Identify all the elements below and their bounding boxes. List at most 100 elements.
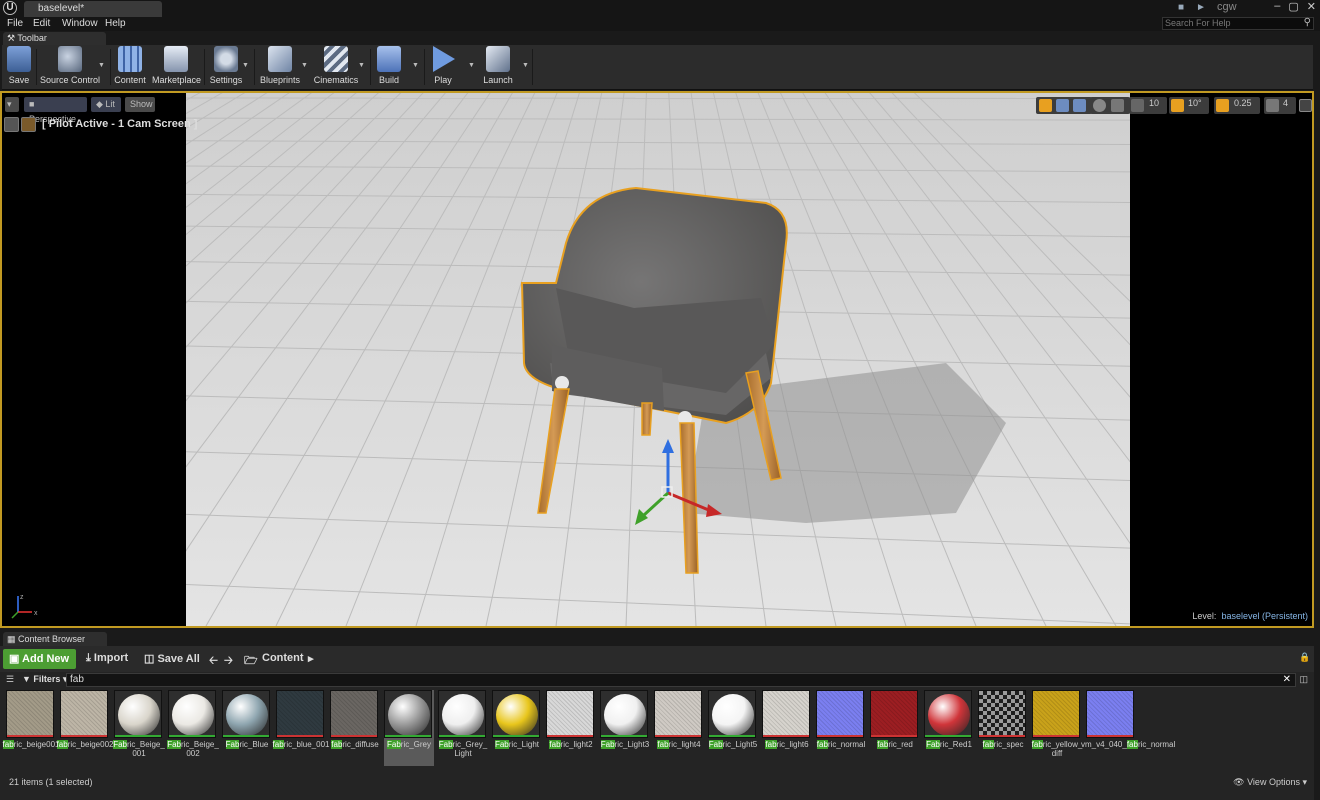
asset-tile[interactable]: Fabric_Light3 xyxy=(600,690,650,766)
chevron-down-icon[interactable]: ▼ xyxy=(98,62,105,69)
settings-label: Settings xyxy=(209,75,243,85)
import-button[interactable]: ⤓ Import xyxy=(86,652,128,665)
asset-tile[interactable]: fabric_red xyxy=(870,690,920,766)
chevron-down-icon[interactable]: ▼ xyxy=(412,62,419,69)
asset-name-post: ric_Beige_ xyxy=(126,740,165,749)
menu-window[interactable]: Window xyxy=(62,17,98,31)
asset-tile[interactable]: Fabric_Light xyxy=(492,690,542,766)
rotate-icon[interactable] xyxy=(1056,99,1069,112)
menu-edit[interactable]: Edit xyxy=(33,17,50,31)
rotation-snap-value[interactable]: 10° xyxy=(1188,98,1202,108)
chevron-down-icon[interactable]: ▼ xyxy=(522,62,529,69)
save-search-icon[interactable]: ◫ xyxy=(1299,674,1308,685)
save-button[interactable]: Save xyxy=(6,46,32,85)
asset-tile[interactable]: fabric_light2 xyxy=(546,690,596,766)
path-content[interactable]: Content xyxy=(262,652,304,664)
asset-thumbnail xyxy=(654,690,702,738)
history-forward-button[interactable]: 🡢 xyxy=(224,652,233,671)
search-assets-input[interactable]: fab ✕ xyxy=(66,673,1296,687)
blueprints-label: Blueprints xyxy=(259,75,301,85)
chevron-down-icon[interactable]: ▼ xyxy=(468,62,475,69)
clear-search-icon[interactable]: ✕ xyxy=(1283,674,1291,686)
asset-tile[interactable]: Fabric_Red1 xyxy=(924,690,974,766)
chat-icon[interactable]: ■ xyxy=(1178,2,1184,13)
cinematics-button[interactable]: Cinematics xyxy=(312,46,360,85)
grid-snap-icon[interactable] xyxy=(1131,99,1144,112)
chevron-down-icon[interactable]: ▼ xyxy=(358,62,365,69)
scale-snap-icon[interactable] xyxy=(1216,99,1229,112)
lit-button[interactable]: ◆ Lit xyxy=(91,97,121,112)
launch-button[interactable]: Launch xyxy=(480,46,516,85)
asset-tile[interactable]: Fabric_Grey xyxy=(384,690,434,766)
asset-tile[interactable]: fabric_yellow_ diff xyxy=(1031,690,1082,766)
path-folder-icon: 🗁 xyxy=(244,655,258,667)
chevron-down-icon[interactable]: ▼ xyxy=(242,62,249,69)
build-button[interactable]: Build xyxy=(374,46,404,85)
view-options-button[interactable]: 👁 View Options ▾ xyxy=(1233,777,1307,788)
asset-tile[interactable]: fabric_diffuse xyxy=(330,690,380,766)
grid-snap-value[interactable]: 10 xyxy=(1149,98,1159,108)
search-icon: ⚲ xyxy=(1303,17,1311,28)
asset-tile[interactable]: vm_v4_040_fabric_normal xyxy=(1081,690,1175,766)
maximize-viewport-icon[interactable] xyxy=(1299,99,1312,112)
content-browser-icon: ▦ xyxy=(7,634,19,644)
asset-tile[interactable]: Fabric_Light5 xyxy=(708,690,758,766)
chevron-down-icon[interactable]: ▼ xyxy=(301,62,308,69)
asset-tile[interactable]: Fabric_Beige_ 002 xyxy=(167,690,219,766)
maximize-icon[interactable]: ▢ xyxy=(1288,0,1298,13)
content-browser-tab[interactable]: ▦ Content Browser xyxy=(3,632,107,646)
toolbar-tab[interactable]: ⚒ Toolbar xyxy=(3,32,106,45)
level-name[interactable]: baselevel (Persistent) xyxy=(1221,611,1308,621)
history-back-button[interactable]: 🡠 xyxy=(209,652,218,671)
add-new-button[interactable]: ▣ Add New ▾ xyxy=(3,649,76,685)
asset-name-line2: 001 xyxy=(132,749,146,758)
bookmark-icon[interactable]: ► xyxy=(1196,2,1206,13)
close-icon[interactable]: ✕ xyxy=(1307,0,1316,13)
asset-tile[interactable]: Fabric_Beige_ 001 xyxy=(113,690,165,766)
surface-snap-icon[interactable] xyxy=(1111,99,1124,112)
lock-icon[interactable]: 🔒 xyxy=(1299,652,1310,663)
scale-snap-value[interactable]: 0.25 xyxy=(1234,98,1252,108)
menu-help[interactable]: Help xyxy=(105,17,126,31)
perspective-button[interactable]: ■ Perspective xyxy=(24,97,87,124)
asset-tile[interactable]: fabric_blue_001 xyxy=(272,690,329,766)
translate-icon[interactable] xyxy=(1039,99,1052,112)
level-viewport[interactable]: ▾ ■ Perspective ◆ Lit Show [ Pilot Activ… xyxy=(0,91,1314,628)
asset-tile[interactable]: fabric_spec xyxy=(978,690,1028,766)
asset-name-match: Fab xyxy=(113,740,127,749)
camera-speed-value[interactable]: 4 xyxy=(1283,98,1288,108)
play-button[interactable]: Play xyxy=(430,46,456,85)
asset-tile[interactable]: fabric_beige001 xyxy=(2,690,59,766)
show-button[interactable]: Show xyxy=(125,97,155,112)
menu-file[interactable]: File xyxy=(7,17,23,31)
scale-icon[interactable] xyxy=(1073,99,1086,112)
viewport-scene[interactable] xyxy=(186,93,1130,626)
rotation-snap-icon[interactable] xyxy=(1171,99,1184,112)
settings-button[interactable]: Settings xyxy=(208,46,244,85)
path-chevron-icon[interactable]: ▸ xyxy=(308,652,314,665)
marketplace-button[interactable]: Marketplace xyxy=(152,46,201,85)
asset-tile[interactable]: fabric_beige002 xyxy=(56,690,113,766)
asset-name: fabric_light4 xyxy=(649,740,709,749)
document-tab[interactable]: baselevel* xyxy=(24,1,162,17)
minimize-icon[interactable]: – xyxy=(1274,0,1280,13)
world-space-icon[interactable] xyxy=(1093,99,1106,112)
viewport-options-button[interactable]: ▾ xyxy=(5,97,19,112)
camera-speed-icon[interactable] xyxy=(1266,99,1279,112)
content-button[interactable]: Content xyxy=(114,46,146,85)
source-control-button[interactable]: Source Control xyxy=(40,46,100,85)
asset-tile[interactable]: Fabric_Blue xyxy=(222,690,272,766)
search-help-input[interactable]: Search For Help ⚲ xyxy=(1162,17,1314,30)
lock-camera-icon[interactable] xyxy=(21,116,36,132)
asset-tile[interactable]: fabric_light4 xyxy=(654,690,704,766)
blueprints-button[interactable]: Blueprints xyxy=(258,46,302,85)
asset-thumbnail xyxy=(168,690,216,738)
asset-tile[interactable]: fabric_normal xyxy=(816,690,866,766)
asset-type-color-bar xyxy=(1033,735,1079,737)
filters-button[interactable]: ▼ Filters ▾ xyxy=(22,674,67,685)
eject-pilot-icon[interactable] xyxy=(4,116,19,132)
asset-tile[interactable]: fabric_light6 xyxy=(762,690,812,766)
sources-toggle-icon[interactable]: ☰ xyxy=(6,674,14,685)
save-all-button[interactable]: ◫ Save All xyxy=(144,652,200,665)
asset-tile[interactable]: Fabric_Grey_ Light xyxy=(438,690,488,766)
